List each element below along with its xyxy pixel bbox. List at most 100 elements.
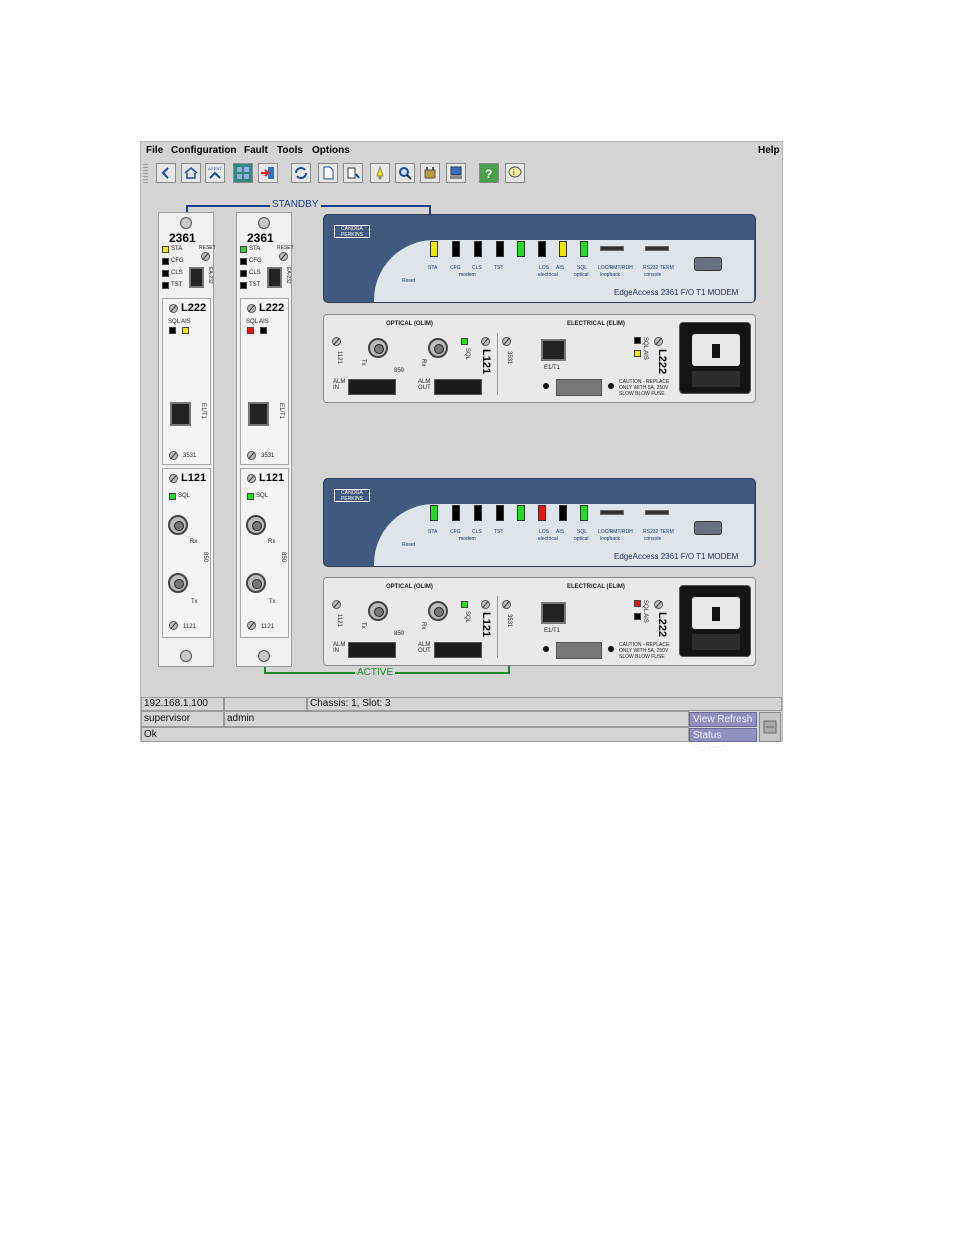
chassis-brand: EdgeAccess 2361 F/O T1 MODEM: [614, 552, 739, 561]
panel-divider: [497, 333, 498, 395]
view-refresh-button[interactable]: View Refresh: [689, 712, 757, 727]
rx-port: [246, 515, 266, 535]
card-model: 2361: [169, 231, 196, 245]
logo-line2: PERKINS: [341, 232, 363, 238]
panel-sql-label: SQL: [464, 348, 470, 361]
panel-sql-led: [461, 338, 468, 345]
reset-button[interactable]: [201, 252, 210, 261]
panel-l222-ais-led: [634, 613, 641, 620]
loopback-switch[interactable]: [600, 246, 624, 251]
reset-button[interactable]: [279, 252, 288, 261]
panel-l222-ais-led: [634, 350, 641, 357]
panel-screw: [654, 337, 663, 346]
status-refresh-button[interactable]: Status Refresh: [689, 728, 757, 754]
chassis-rear-bottom[interactable]: OPTICAL (OLIM) ELECTRICAL (ELIM) 1121 Tx…: [323, 577, 756, 666]
panel-1121: 1121: [336, 351, 342, 364]
panel-jack: [543, 646, 549, 652]
card-model: 2361: [247, 231, 274, 245]
sta-label: STA: [171, 246, 183, 252]
l222-label: L222: [259, 302, 285, 314]
chassis-sta-label: STA: [428, 529, 438, 535]
active-card[interactable]: 2361 STA RESET CFG CLS TST EA-232 L222 S…: [236, 212, 294, 667]
cfg-label: CFG: [249, 258, 262, 264]
chassis-led-cls: [474, 241, 482, 257]
chassis-reset-label: Reset: [402, 278, 416, 284]
sta-led: [162, 246, 169, 253]
chassis-ais-label: AIS: [556, 265, 565, 271]
rx-port: [168, 515, 188, 535]
cls-led: [240, 270, 247, 277]
panel-rx-port: [428, 338, 448, 358]
panel-tx-port: [368, 601, 388, 621]
panel-850: 850: [394, 631, 405, 637]
chassis-led-tst: [496, 505, 504, 521]
chassis-modem-label: modem: [459, 272, 476, 278]
l222-ais-led: [260, 327, 267, 334]
part-3531: 3531: [183, 453, 197, 459]
caution-line3: SLOW BLOW FUSE: [619, 654, 665, 660]
chassis-cfg-label: CFG: [450, 265, 461, 271]
panel-jack: [608, 646, 614, 652]
panel-l222: L222: [656, 612, 668, 638]
standby-card[interactable]: 2361 STA RESET CFG CLS TST EA-232 L222 S…: [158, 212, 216, 667]
tx-port: [168, 573, 188, 593]
chassis-reset-label: Reset: [402, 542, 416, 548]
panel-sql-ais-label: SQL AIS: [642, 337, 648, 360]
reset-label: RESET: [277, 245, 294, 251]
chassis-led-los: [517, 505, 525, 521]
ea232-port: [267, 267, 282, 288]
app-window: File Configuration Fault Tools Options H…: [140, 141, 783, 754]
console-switch[interactable]: [645, 246, 669, 251]
active-label: ACTIVE: [355, 667, 396, 678]
panel-sql-led: [461, 601, 468, 608]
l121-sql-led: [247, 493, 254, 500]
module-screw: [169, 451, 178, 460]
panel-l222-sql-led: [634, 600, 641, 607]
status-user: supervisor: [141, 711, 224, 727]
chassis-front-bottom[interactable]: CANOGA PERKINS STA CFG CLS TST modem LOS …: [323, 478, 756, 567]
part-1121: 1121: [261, 624, 274, 630]
cfg-label: CFG: [171, 258, 184, 264]
status-role: admin: [224, 711, 689, 727]
panel-l222-sql-led: [634, 337, 641, 344]
cfg-led: [240, 258, 247, 265]
l222-sql-led: [169, 327, 176, 334]
panel-rx-label: Rx: [420, 359, 426, 367]
tx-label: Tx: [269, 599, 276, 605]
panel-l222: L222: [656, 349, 668, 375]
chassis-sql-label: SQL: [577, 265, 588, 271]
config-icon[interactable]: [759, 712, 781, 742]
chassis-cfg-label: CFG: [450, 529, 461, 535]
l222-ais-led: [182, 327, 189, 334]
chassis-led-sta: [430, 505, 438, 521]
chassis-front-top[interactable]: CANOGA PERKINS STA CFG CLS TST modem LOS …: [323, 214, 756, 303]
fuse-holder: [556, 642, 602, 659]
loopback-switch[interactable]: [600, 510, 624, 515]
status-location: Chassis: 1, Slot: 3: [307, 697, 782, 711]
chassis-optical-label: optical: [574, 536, 589, 542]
caution-line3: SLOW BLOW FUSE: [619, 391, 665, 397]
chassis-cls-label: CLS: [472, 265, 482, 271]
chassis-cls-label: CLS: [472, 529, 482, 535]
chassis-rear-top[interactable]: OPTICAL (OLIM) ELECTRICAL (ELIM) 1121 Tx…: [323, 314, 756, 403]
power-socket: [679, 585, 751, 657]
chassis-sql-label: SQL: [577, 529, 588, 535]
panel-3531: 3531: [506, 351, 512, 365]
console-switch[interactable]: [645, 510, 669, 515]
module-screw: [247, 621, 256, 630]
sta-led: [240, 246, 247, 253]
alm-out-connector: [434, 379, 482, 395]
status-blank: [224, 697, 307, 711]
chassis-led-elec: [559, 505, 567, 521]
l121-label: L121: [259, 472, 285, 484]
panel-850: 850: [394, 368, 405, 374]
panel-alm-in-label: ALM IN: [333, 642, 346, 654]
panel-screw: [654, 600, 663, 609]
chassis-led-ais: [538, 241, 546, 257]
panel-alm-out-label: ALM OUT: [418, 379, 431, 391]
panel-tx-label: Tx: [360, 359, 366, 366]
panel-rx-label: Rx: [420, 622, 426, 630]
panel-e1t1-label: E1/T1: [544, 365, 561, 371]
ea232-port: [189, 267, 204, 288]
cfg-led: [162, 258, 169, 265]
